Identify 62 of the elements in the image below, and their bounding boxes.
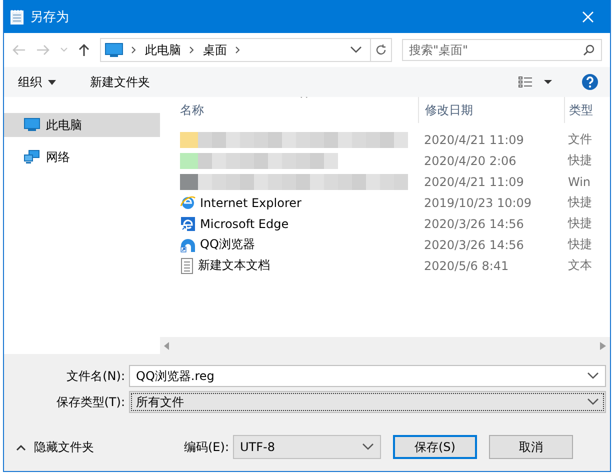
file-name[interactable]: 新建文本文档 [198, 257, 270, 274]
chevron-down-icon [587, 372, 599, 380]
search-field[interactable]: 搜索"桌面" [402, 39, 602, 61]
monitor-icon [24, 118, 40, 132]
new-folder-button[interactable]: 新建文件夹 [88, 72, 152, 92]
save-type-dropdown[interactable]: 所有文件 [129, 391, 606, 413]
hide-folders-button[interactable]: 隐藏文件夹 [4, 438, 184, 456]
file-name-field[interactable]: QQ浏览器.reg [129, 365, 606, 387]
save-button[interactable]: 保存(S) [393, 435, 477, 459]
chevron-down-icon [587, 398, 599, 406]
history-dropdown-icon [350, 46, 362, 54]
notepad-icon [10, 8, 24, 24]
shortcut-app-icon [180, 216, 196, 232]
chevron-down-icon [362, 443, 374, 451]
search-icon [583, 44, 595, 56]
organize-menu[interactable]: 组织 [16, 72, 58, 92]
window-title: 另存为 [30, 8, 70, 26]
help-icon[interactable] [582, 74, 598, 90]
date-cell-text: 2019/10/23 10:09 [423, 196, 533, 210]
sidebar-item[interactable]: 网络 [4, 145, 160, 169]
document-icon [180, 258, 194, 274]
close-icon [582, 10, 594, 22]
cancel-button[interactable]: 取消 [489, 435, 573, 459]
up-arrow-icon[interactable] [78, 43, 90, 57]
breadcrumb-chevron-icon[interactable] [235, 46, 241, 54]
breadcrumb-chevron-icon[interactable] [131, 46, 137, 54]
breadcrumb-item[interactable]: 此电脑 [145, 42, 181, 58]
field-label: 文件名(N): [66, 368, 126, 384]
sidebar-item[interactable]: 此电脑 [4, 113, 160, 137]
column-header[interactable]: 修改日期 [418, 97, 564, 123]
chevron-up-icon [16, 444, 26, 450]
type-cell-text: 快捷 [566, 236, 593, 253]
globe-e-icon [180, 194, 196, 210]
network-icon [24, 150, 40, 164]
address-bar[interactable]: 此电脑 桌面 [100, 38, 392, 62]
type-cell-text: 文件 [567, 131, 593, 148]
view-options-icon[interactable] [518, 76, 552, 88]
refresh-icon[interactable] [375, 44, 387, 56]
type-cell-text: 文本 [567, 257, 593, 274]
breadcrumb-item[interactable]: 桌面 [203, 42, 227, 58]
breadcrumb-chevron-icon[interactable] [189, 46, 195, 54]
date-cell-text: 2020/3/26 14:56 [423, 238, 525, 252]
date-cell-text: 2020/3/26 14:56 [423, 216, 525, 230]
date-cell-text: 2020/4/21 11:09 [423, 174, 525, 188]
field-label: 保存类型(T): [55, 394, 126, 410]
type-cell-text: 快捷 [566, 215, 593, 232]
file-name[interactable]: Microsoft Edge [200, 216, 289, 230]
monitor-icon [105, 43, 123, 57]
file-name[interactable]: Internet Explorer [200, 196, 302, 210]
date-cell-text: 2020/4/21 11:09 [423, 132, 525, 146]
date-cell-text: 2020/4/20 2:06 [423, 154, 518, 168]
date-cell-text: 2020/5/6 8:41 [423, 258, 510, 272]
cloud-shortcut-icon [180, 236, 196, 252]
file-name[interactable]: QQ浏览器 [200, 236, 255, 253]
field-label: 编码(E): [184, 438, 229, 456]
type-cell-text: 快捷 [566, 152, 593, 169]
type-cell-text: 快捷 [566, 194, 593, 211]
dropdown-triangle-icon [48, 80, 56, 84]
encoding-dropdown[interactable]: UTF-8 [233, 435, 381, 459]
column-header[interactable]: 名称 [160, 102, 418, 118]
column-header[interactable]: 类型 [564, 97, 610, 123]
type-cell-text: Win [567, 174, 592, 188]
